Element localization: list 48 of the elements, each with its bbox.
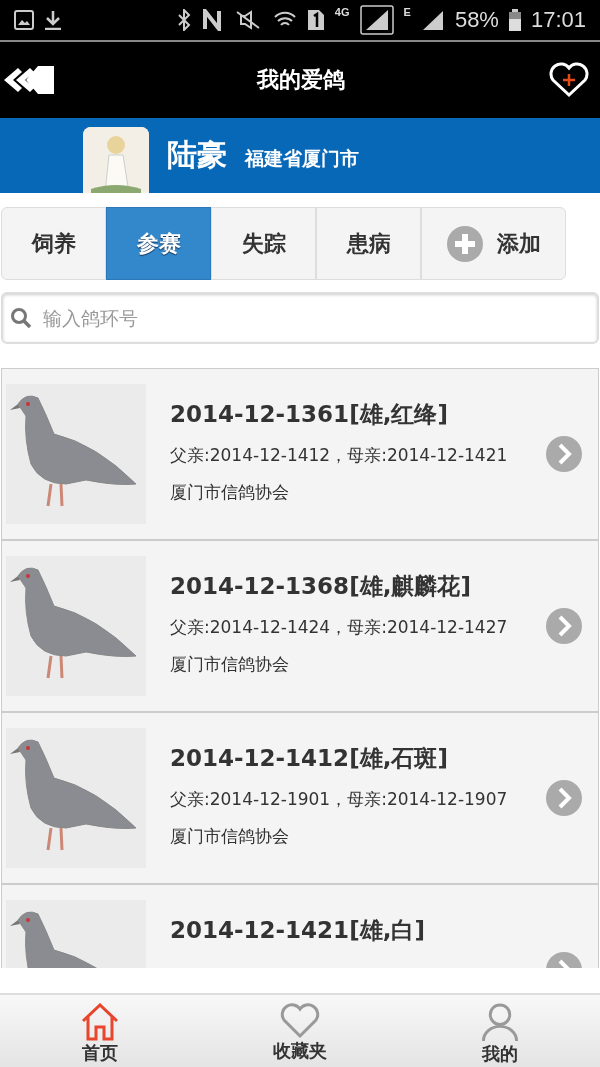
- pigeon-card[interactable]: 2014-12-1368[雄,麒麟花] 父亲:2014-12-1424，母亲:2014-12-1427 厦门市信鸽协会: [1, 540, 599, 712]
- page-title: 我的爱鸽: [257, 66, 345, 94]
- person-icon: [480, 1003, 520, 1042]
- tab[interactable]: 失踪: [211, 207, 316, 280]
- pigeon-card[interactable]: 2014-12-1412[雄,石斑] 父亲:2014-12-1901，母亲:2014-12-1907 厦门市信鸽协会: [1, 712, 599, 884]
- ring-number: 2014-12-1412[雄,石斑]: [170, 744, 449, 773]
- nav-item[interactable]: 收藏夹: [200, 995, 400, 1067]
- battery-percent: 58%: [454, 7, 499, 33]
- heart-plus-icon[interactable]: [548, 62, 590, 98]
- pigeon-card[interactable]: 2014-12-1361[雄,红绛] 父亲:2014-12-1412，母亲:2014-12-1421 厦门市信鸽协会: [1, 368, 599, 540]
- parents-text: 父亲:2014-12-1412，母亲:2014-12-1421: [170, 444, 509, 467]
- parents-text: 父亲:2014-12-1901，母亲:2014-12-1907: [170, 788, 509, 811]
- bluetooth-icon: [176, 9, 191, 31]
- search-icon: [10, 307, 32, 329]
- chevron-icon: [546, 780, 582, 816]
- user-location: 福建省厦门市: [245, 145, 359, 171]
- back-icon[interactable]: [4, 63, 54, 97]
- tab[interactable]: 参赛: [106, 207, 211, 280]
- network-label: E: [403, 6, 411, 18]
- ring-number: 2014-12-1368[雄,麒麟花]: [170, 572, 472, 601]
- pigeon-card[interactable]: 2014-12-1421[雄,白]: [1, 884, 599, 968]
- association-text: 厦门市信鸽协会: [170, 825, 290, 848]
- download-icon: [44, 10, 62, 30]
- tab[interactable]: 添加: [421, 207, 566, 280]
- tab[interactable]: 患病: [316, 207, 421, 280]
- tab[interactable]: 饲养: [1, 207, 106, 280]
- ring-number: 2014-12-1361[雄,红绛]: [170, 400, 449, 429]
- battery-icon: [508, 9, 521, 31]
- image-icon: [14, 10, 34, 30]
- user-name: 陆豪: [167, 136, 227, 174]
- chevron-icon: [546, 436, 582, 472]
- parents-text: 父亲:2014-12-1424，母亲:2014-12-1427: [170, 616, 509, 639]
- ring-number: 2014-12-1421[雄,白]: [170, 916, 426, 945]
- clock: 17:01: [530, 7, 586, 33]
- association-text: 厦门市信鸽协会: [170, 481, 290, 504]
- plus-icon: [446, 225, 483, 262]
- association-text: 厦门市信鸽协会: [170, 653, 290, 676]
- sim-icon: [306, 9, 325, 31]
- search-field[interactable]: 输入鸽环号: [1, 292, 599, 344]
- nav-item[interactable]: 我的: [400, 995, 600, 1067]
- signal-icon: [359, 5, 394, 35]
- nav-item[interactable]: 首页: [0, 995, 200, 1067]
- chevron-icon: [546, 608, 582, 644]
- heart-icon: [279, 1003, 321, 1039]
- nfc-icon: [200, 9, 223, 31]
- network-label: 4G: [334, 6, 350, 18]
- avatar-picture: [83, 127, 149, 193]
- home-icon: [80, 1003, 120, 1041]
